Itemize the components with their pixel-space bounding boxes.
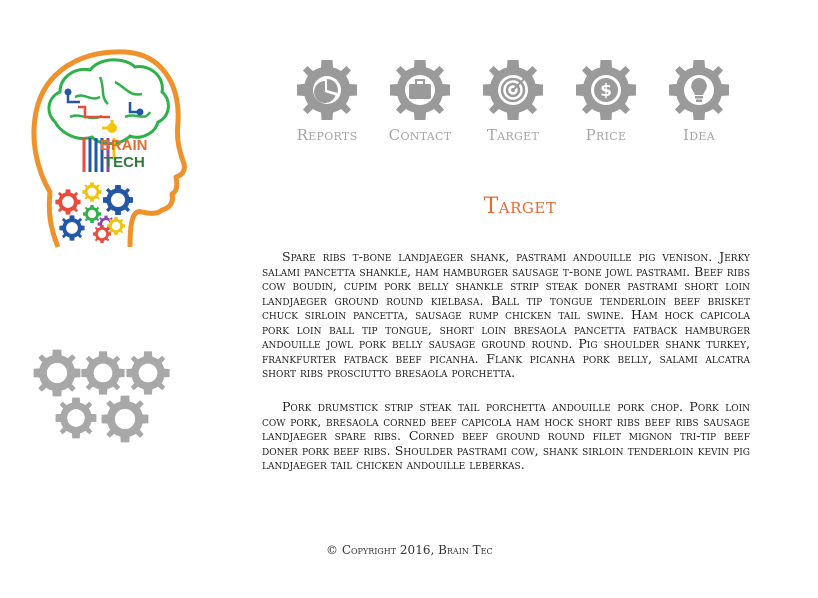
brain-tech-logo[interactable]: BRAIN TECH [30,42,190,252]
nav-label-reports: Reports [296,126,358,144]
nav-label-idea: Idea [683,126,715,144]
idea-gear-icon [669,60,729,120]
decorative-gear-cluster [30,348,175,448]
price-gear-icon: $ [576,60,636,120]
nav-label-contact: Contact [388,126,452,144]
body-paragraph-1: Spare ribs t-bone landjaeger shank, past… [262,249,750,380]
brand-line-2: TECH [104,154,145,171]
head-gears-logo-icon: BRAIN TECH [31,49,187,248]
page-title: Target [483,194,557,219]
nav-item-idea[interactable]: Idea [659,60,739,144]
nav-label-target: Target [486,126,540,144]
body-paragraph-2: Pork drumstick strip steak tail porchett… [262,399,750,472]
top-nav: Reports Contact Target $ Price Idea [290,60,750,160]
nav-item-price[interactable]: $ Price [566,60,646,144]
reports-gear-icon [297,60,357,120]
target-gear-icon [483,60,543,120]
contact-gear-icon [390,60,450,120]
nav-item-contact[interactable]: Contact [380,60,460,144]
gears-icon [33,349,170,443]
copyright-footer: © Copyright 2016, Brain Tec [326,543,493,557]
brand-line-1: BRAIN [100,137,148,154]
nav-label-price: Price [585,126,627,144]
briefcase-icon [409,84,431,99]
nav-item-target[interactable]: Target [473,60,553,144]
nav-item-reports[interactable]: Reports [287,60,367,144]
svg-text:$: $ [600,81,612,101]
